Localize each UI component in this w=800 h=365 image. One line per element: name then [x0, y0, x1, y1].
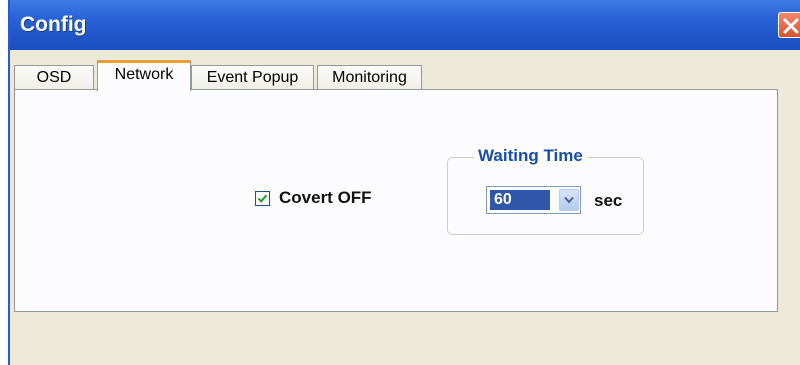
- close-button[interactable]: [778, 12, 800, 38]
- covert-off-label: Covert OFF: [279, 188, 372, 207]
- waiting-time-select[interactable]: 60: [486, 186, 581, 214]
- waiting-time-legend: Waiting Time: [474, 146, 587, 166]
- window-title: Config: [20, 13, 87, 36]
- covert-off-option[interactable]: Covert OFF: [255, 188, 372, 208]
- close-icon: [783, 18, 799, 34]
- title-bar[interactable]: Config: [10, 0, 800, 50]
- chevron-down-icon: [564, 196, 574, 204]
- dropdown-button[interactable]: [559, 189, 579, 211]
- checkmark-icon: [257, 194, 268, 203]
- waiting-time-unit: sec: [594, 191, 623, 210]
- tab-monitoring[interactable]: Monitoring: [317, 65, 422, 90]
- waiting-time-value: 60: [490, 190, 550, 210]
- tab-osd[interactable]: OSD: [14, 65, 94, 90]
- network-tab-panel: [14, 89, 778, 312]
- covert-off-checkbox[interactable]: [255, 190, 270, 206]
- tab-network[interactable]: Network: [97, 60, 191, 91]
- tab-event-popup[interactable]: Event Popup: [191, 65, 314, 90]
